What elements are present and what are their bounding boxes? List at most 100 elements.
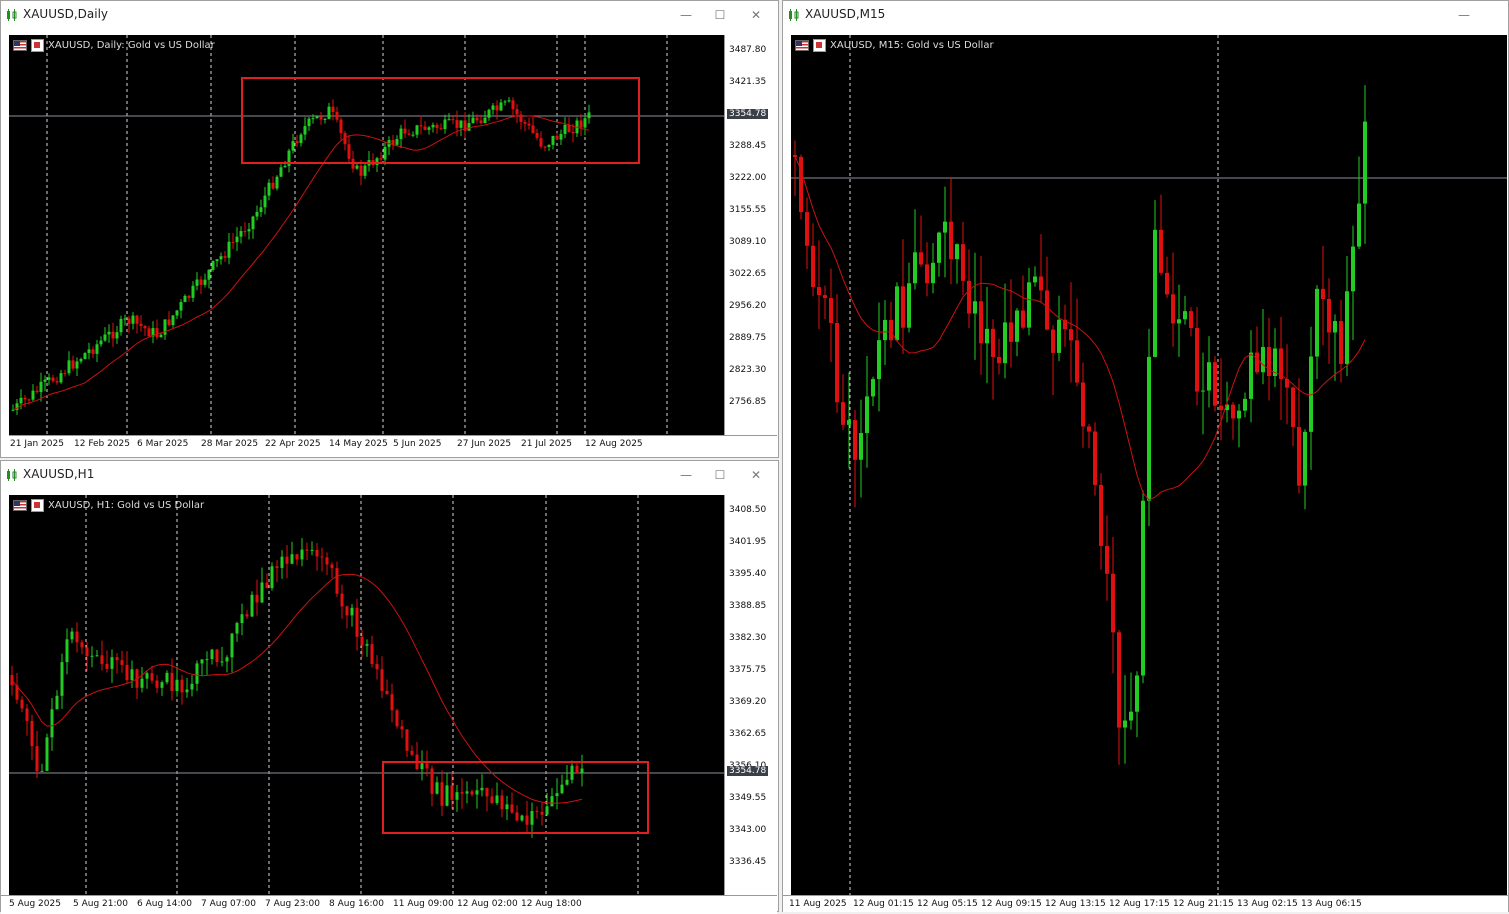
candle-body	[1303, 431, 1307, 486]
moving-average-line	[794, 155, 1366, 501]
time-tick-label: 12 Aug 2025	[585, 439, 643, 449]
candle-body	[379, 158, 383, 160]
candle-body	[507, 100, 511, 102]
maximize-button[interactable]: ☐	[711, 467, 729, 483]
candle-body	[51, 377, 55, 382]
candle-body	[187, 295, 191, 298]
candle-body	[427, 127, 431, 130]
candle-body	[817, 287, 821, 296]
candle-body	[1003, 322, 1007, 364]
maximize-button[interactable]: ☐	[711, 7, 729, 23]
candle-body	[327, 106, 331, 119]
chart-info-text: XAUUSD, H1: Gold vs US Dollar	[48, 500, 205, 511]
candle-body	[1321, 288, 1325, 299]
range-box	[241, 77, 640, 164]
candle-body	[571, 131, 575, 134]
price-tick-label: 3388.85	[729, 601, 767, 611]
minimize-button[interactable]: —	[1455, 7, 1473, 23]
close-button[interactable]: ✕	[747, 467, 765, 483]
price-axis[interactable]: 3487.80 3421.35 3288.45 3222.00 3155.55 3089.…	[724, 35, 778, 435]
close-button[interactable]: ✕	[747, 7, 765, 23]
time-tick-label: 12 Aug 01:15	[853, 899, 914, 909]
candle-body	[1039, 276, 1043, 291]
candle-body	[440, 782, 444, 806]
candle-body	[500, 795, 504, 810]
candle-body	[425, 763, 429, 769]
candle-body	[270, 566, 274, 589]
time-tick-label: 5 Aug 21:00	[73, 899, 128, 909]
candle-body	[165, 672, 169, 683]
candle-body	[1189, 311, 1193, 329]
candle-body	[515, 812, 519, 821]
candle-body	[1291, 387, 1295, 428]
candle-body	[395, 710, 399, 727]
candle-body	[943, 221, 947, 233]
candle-body	[47, 377, 51, 380]
candle-body	[447, 119, 451, 121]
candle-body	[140, 678, 144, 688]
h1-chart-area[interactable]: XAUUSD, H1: Gold vs US Dollar	[9, 495, 724, 895]
window-titlebar[interactable]: XAUUSD,H1 — ☐ ✕	[1, 461, 778, 489]
candle-body	[299, 134, 303, 144]
candle-body	[583, 118, 587, 128]
candle-body	[415, 125, 419, 135]
candle-body	[235, 623, 239, 634]
candle-body	[1147, 356, 1151, 501]
candle-body	[247, 229, 251, 232]
candle-body	[1081, 382, 1085, 427]
candle-body	[139, 323, 143, 327]
candle-body	[127, 318, 131, 324]
candle-body	[147, 328, 151, 337]
price-tick-label: 3089.10	[729, 237, 767, 247]
minimize-button[interactable]: —	[677, 7, 695, 23]
window-titlebar[interactable]: XAUUSD,M15 —	[783, 1, 1508, 29]
price-tick-label: 3288.45	[729, 141, 767, 151]
time-axis[interactable]: 5 Aug 2025 5 Aug 21:00 6 Aug 14:00 7 Aug 07…	[1, 895, 777, 914]
candle-body	[450, 785, 454, 800]
time-tick-label: 7 Aug 07:00	[201, 899, 256, 909]
candle-body	[455, 792, 459, 800]
candle-body	[535, 132, 539, 139]
daily-chart-window[interactable]: XAUUSD,Daily — ☐ ✕ XAUUSD, Daily: Gold v…	[0, 0, 779, 458]
candle-body	[579, 120, 583, 128]
price-tick-label: 2823.30	[729, 365, 767, 375]
daily-chart-area[interactable]: XAUUSD, Daily: Gold vs US Dollar	[9, 35, 724, 435]
candle-body	[65, 639, 69, 663]
m15-chart-area[interactable]: XAUUSD, M15: Gold vs US Dollar	[791, 35, 1507, 895]
h1-chart-window[interactable]: XAUUSD,H1 — ☐ ✕ XAUUSD, H1: Gold vs US D…	[0, 460, 779, 914]
candle-body	[1213, 362, 1217, 406]
candle-body	[420, 763, 424, 770]
candle-body	[400, 726, 404, 730]
chart-info-text: XAUUSD, Daily: Gold vs US Dollar	[48, 40, 215, 51]
price-axis[interactable]: 3408.50 3401.95 3395.40 3388.85 3382.30 3375.…	[724, 495, 778, 895]
candle-body	[240, 614, 244, 624]
time-axis[interactable]: 11 Aug 2025 12 Aug 01:15 12 Aug 05:15 12 Au…	[783, 895, 1508, 912]
candle-body	[1069, 329, 1073, 341]
candle-body	[471, 117, 475, 124]
candle-body	[95, 344, 99, 354]
candle-body	[565, 779, 569, 785]
candle-body	[347, 144, 351, 159]
candle-body	[225, 657, 229, 662]
window-titlebar[interactable]: XAUUSD,Daily — ☐ ✕	[1, 1, 778, 29]
candle-body	[159, 334, 163, 338]
candle-body	[853, 420, 857, 460]
price-tick-label: 2756.85	[729, 397, 767, 407]
candle-body	[1201, 390, 1205, 392]
time-axis[interactable]: 21 Jan 2025 12 Feb 2025 6 Mar 2025 28 Mar 2…	[9, 435, 777, 454]
candle-body	[323, 118, 327, 120]
candle-body	[330, 564, 334, 569]
candle-body	[171, 315, 175, 326]
candle-body	[230, 633, 234, 658]
daily-candles	[9, 35, 724, 435]
m15-chart-window[interactable]: XAUUSD,M15 — XAUUSD, M15: Gold vs US Dol…	[782, 0, 1509, 912]
candle-body	[931, 262, 935, 284]
candle-body	[883, 319, 887, 341]
candle-body	[580, 768, 584, 774]
candle-body	[265, 582, 269, 589]
time-tick-label: 12 Aug 09:15	[981, 899, 1042, 909]
candle-body	[511, 100, 515, 110]
candle-body	[315, 549, 319, 557]
window-title: XAUUSD,Daily	[23, 7, 109, 21]
minimize-button[interactable]: —	[677, 467, 695, 483]
